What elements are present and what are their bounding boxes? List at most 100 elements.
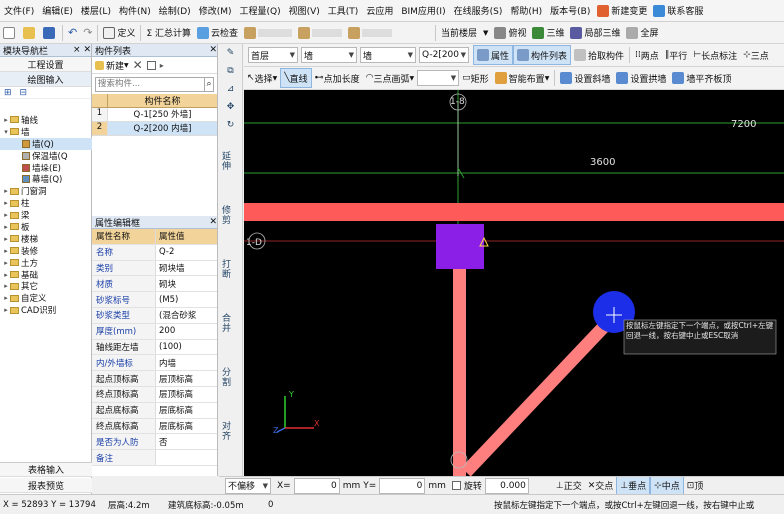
two-points-button[interactable]: ⁞⁞ 两点 [632,45,662,65]
three-point-button[interactable]: ⊹ 三点 [740,45,772,65]
tool-c[interactable] [345,23,395,43]
expand-icon[interactable]: ▸ [2,199,10,207]
tree-item[interactable]: ▸ 轴线 [0,114,92,126]
tree-item[interactable]: ▸ CAD识别 [0,304,92,316]
category-select[interactable]: 墙 ▼ [301,47,357,63]
expand-icon[interactable]: ▸ [2,294,10,302]
collapse-all-icon[interactable]: ⊟ [20,88,28,98]
tree-item[interactable]: ▸ 梁 [0,209,92,221]
tree-item[interactable]: ▸ 其它 [0,280,92,292]
column[interactable] [436,224,484,269]
rotate-checkbox[interactable] [451,481,461,490]
draw-mode-select[interactable]: ▼ [417,70,460,86]
search-icon[interactable]: ⌕ [205,76,214,92]
menu-version[interactable]: 版本号(B) [546,4,594,17]
select-button[interactable]: ↖ 选择 ▼ [244,68,280,88]
tree-item[interactable]: 幕墙(Q) [0,173,92,185]
rotate-angle-input[interactable]: 0.000 [484,477,529,494]
property-row[interactable]: 终点顶标高 层顶标高 [92,386,217,403]
expand-icon[interactable]: ▸ [2,271,10,279]
more-icon[interactable]: ▸ [160,61,164,70]
pin-icon[interactable]: ✕ [209,217,217,227]
save-button[interactable] [40,23,60,43]
tree-item[interactable]: ▾ 墙 [0,126,92,138]
expand-icon[interactable]: ▸ [2,247,10,255]
open-button[interactable] [20,23,40,43]
pin-icon[interactable]: ✕ [209,45,217,55]
property-row[interactable]: 材质 砌块 [92,276,217,293]
menu-draw[interactable]: 绘制(D) [155,4,195,17]
midpoint-button[interactable]: ⊹ 中点 [650,477,684,494]
subcategory-select[interactable]: 墙 ▼ [360,47,416,63]
tree-item[interactable]: ▸ 自定义 [0,292,92,304]
new-change-button[interactable]: 新建变更 [594,4,650,17]
tree-item[interactable]: ▸ 装修 [0,245,92,257]
extend-dim-button[interactable]: ⊢ 长点标注 [690,45,740,65]
expand-icon[interactable]: ▸ [2,306,10,314]
tree-item[interactable]: ▸ 楼梯 [0,233,92,245]
table-row[interactable]: 2 Q-2[200 内墙] [92,122,217,136]
view-button[interactable]: 俯视 [491,23,529,43]
copy-icon[interactable] [146,60,156,70]
rectangle-button[interactable]: ▭ 矩形 [459,68,492,88]
parallel-button[interactable]: ∥ 平行 [662,45,691,65]
arc-button[interactable]: ◠ 三点画弧 ▼ [363,68,418,88]
menu-component[interactable]: 构件(N) [115,4,155,17]
menu-online[interactable]: 在线服务(S) [450,4,507,17]
expand-icon[interactable]: ▸ [2,282,10,290]
tree-item[interactable]: ▸ 柱 [0,197,92,209]
brush-tool-icon[interactable]: ✎ [219,44,242,62]
line-button[interactable]: ╲ 直线 [280,68,312,88]
property-row[interactable]: 起点顶标高 层顶标高 [92,371,217,387]
attribute-button[interactable]: 属性 [473,45,514,65]
expand-icon[interactable]: ▸ [2,223,10,231]
move-tool-icon[interactable]: ✥ [219,98,242,116]
undo-button[interactable]: ↶ [65,23,80,43]
vertical-tool-button[interactable]: 修剪 [219,188,232,242]
fullscreen-button[interactable]: 全屏 [623,23,661,43]
property-row[interactable]: 备注 [92,450,217,466]
x-input[interactable]: 0 [293,477,340,494]
tree-item[interactable]: ▸ 板 [0,221,92,233]
tool-b[interactable] [295,23,345,43]
property-row[interactable]: 类别 砌块墙 [92,260,217,277]
wall-diagonal[interactable] [461,311,619,476]
menu-floor[interactable]: 楼层(L) [77,4,115,17]
flat-slab-button[interactable]: 墙平齐板顶 [669,68,734,88]
y-input[interactable]: 0 [379,477,426,494]
floor-down-icon[interactable]: ▼ [480,23,491,43]
tree-item[interactable]: ▸ 土方 [0,257,92,269]
new-file-button[interactable] [0,23,20,43]
tree-item[interactable]: ▸ 门窗洞 [0,185,92,197]
vertex-button[interactable]: ⊡ 顶 [684,477,707,494]
drawing-input-button[interactable]: 绘图输入 [0,72,91,87]
collapse-icon[interactable]: ▾ [2,128,10,136]
property-row[interactable]: 起点底标高 层底标高 [92,402,217,419]
vertical-tool-button[interactable]: 合并 [219,296,232,350]
new-component-button[interactable]: 新建 ▼ [95,59,129,72]
tree-item[interactable]: 保温墙(Q [0,150,92,162]
property-row[interactable]: 砂浆标号 (M5) [92,292,217,308]
vertical-tool-button[interactable]: 分割 [219,350,232,404]
floor-select[interactable]: 首层 ▼ [248,47,298,63]
tree-item[interactable]: 墙(Q) [0,137,92,150]
drawing-canvas[interactable]: 1-8 1-D 7200 3600 按鼠标左键指定下一个端点，或按Ctrl+左键… [244,90,784,476]
expand-icon[interactable]: ▸ [2,116,10,124]
pin-icon[interactable]: × ✕ [73,45,91,55]
menu-file[interactable]: 文件(F) [0,4,38,17]
menu-cloud[interactable]: 云应用 [362,4,397,17]
point-length-button[interactable]: ⊷ 点加长度 [312,68,363,88]
local-3d-button[interactable]: 局部三维 [567,23,623,43]
tree-item[interactable]: 墙垛(E) [0,162,92,174]
menu-edit[interactable]: 编辑(E) [38,4,77,17]
report-preview-button[interactable]: 报表预览 [0,478,92,493]
table-row[interactable]: 1 Q-1[250 外墙] [92,108,217,122]
expand-icon[interactable]: ▸ [2,211,10,219]
vertical-tool-button[interactable]: 对齐 [219,404,232,458]
project-settings-button[interactable]: 工程设置 [0,57,91,72]
property-row[interactable]: 内/外墙标 内墙 [92,355,217,372]
menu-help[interactable]: 帮助(H) [506,4,546,17]
tool-a[interactable] [241,23,295,43]
intersect-button[interactable]: ✕ 交点 [585,477,617,494]
property-row[interactable]: 终点底标高 层底标高 [92,418,217,435]
